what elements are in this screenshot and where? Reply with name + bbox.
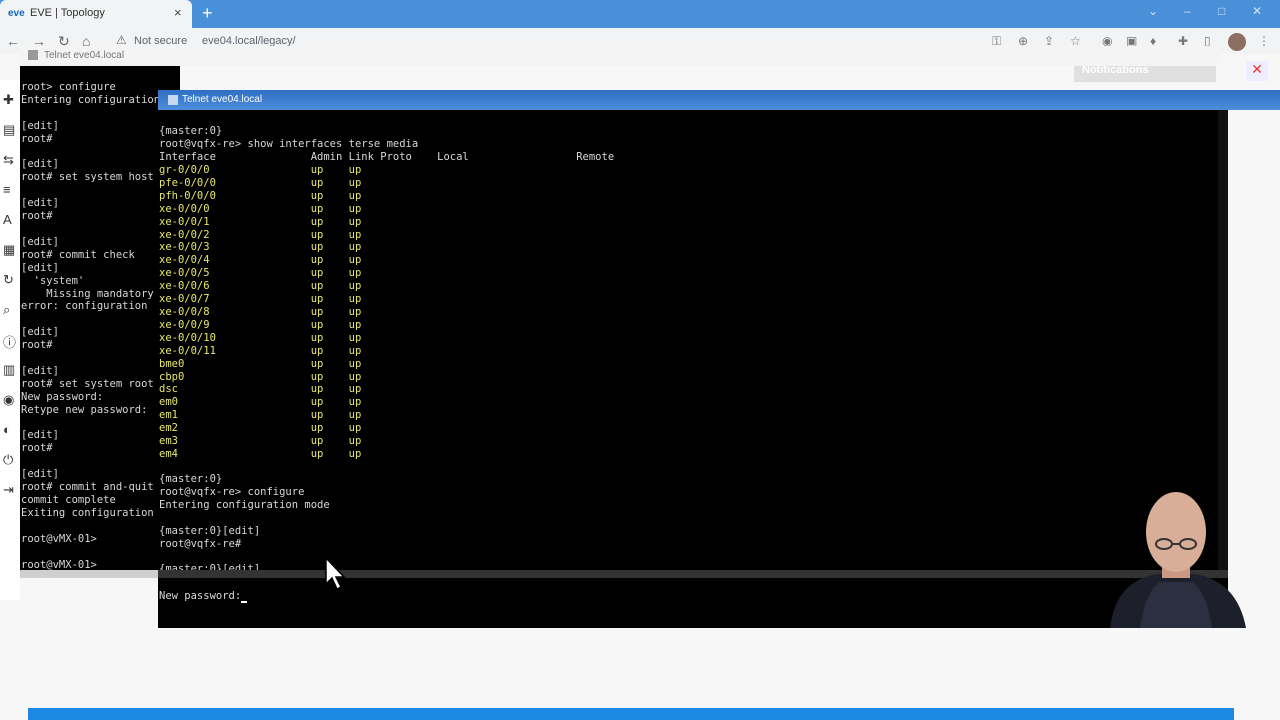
list-icon[interactable]: ≡ [3,182,11,197]
window-title: Telnet eve04.local [44,50,125,61]
link-icon[interactable]: ⇆ [3,152,14,168]
window-close-icon[interactable]: ✕ [1252,4,1262,18]
terminal-output: root> configure Entering configuration [… [21,81,161,570]
nodes-icon[interactable]: ▤ [3,122,15,138]
zoom-icon[interactable]: ⌕ [3,302,10,318]
terminal-output: {master:0} root@vqfx-re> show interfaces… [159,125,615,163]
refresh-icon[interactable]: ↻ [3,272,14,288]
add-icon[interactable]: ✚ [3,92,14,108]
telnet-window-bg-titlebar[interactable]: Telnet eve04.local [20,46,1220,66]
grid-icon[interactable]: ▦ [3,242,15,258]
minimize-icon[interactable]: – [1184,4,1191,18]
terminal-icon [28,50,38,60]
terminal-scrollbar[interactable] [158,570,1228,578]
terminal-output-tail: {master:0} root@vqfx-re> configure Enter… [159,473,330,570]
page-scrollbar[interactable] [28,708,1234,720]
mouse-pointer-icon [325,556,346,591]
theme-icon[interactable]: ◐ [3,422,11,437]
close-icon[interactable]: ✕ [1246,61,1268,81]
eve-logo-icon: eve [8,8,25,19]
back-icon[interactable]: ← [6,33,20,49]
tab-close-icon[interactable]: × [174,5,182,20]
text-cursor [241,600,248,603]
presenter-webcam-image [1110,492,1246,628]
terminal-prompt-area[interactable]: New password: [158,578,1228,628]
tab-title: EVE | Topology [30,7,105,19]
eye-icon[interactable]: ◉ [3,392,14,408]
profile-icon[interactable] [1228,33,1246,51]
info-icon[interactable]: ⓘ [3,332,16,351]
telnet-terminal-bg[interactable]: root> configure Entering configuration [… [20,66,180,570]
chevron-down-icon[interactable]: ⌄ [1148,4,1158,18]
exit-icon[interactable]: ⇥ [3,482,14,498]
terminal-icon [168,95,178,105]
new-tab-icon[interactable]: + [202,3,213,24]
text-icon[interactable]: A [3,212,12,227]
window-title: Telnet eve04.local [182,94,263,105]
browser-tab-strip [0,0,1280,28]
browser-tab[interactable]: eve EVE | Topology × [0,0,192,28]
telnet-window-titlebar[interactable]: Telnet eve04.local [158,90,1280,110]
telnet-terminal[interactable]: {master:0} root@vqfx-re> show interfaces… [158,110,1218,570]
interface-list: gr-0/0/0 up up pfe-0/0/0 up up pfh-0/0/0… [159,164,362,460]
power-icon[interactable]: ⏻ [3,452,13,468]
warning-icon[interactable]: ⚠ [116,33,127,47]
table-icon[interactable]: ▥ [3,362,15,378]
password-prompt: New password: [159,590,242,602]
maximize-icon[interactable]: □ [1218,4,1225,18]
menu-icon[interactable]: ⋮ [1258,34,1270,48]
eve-sidebar: ✚ ▤ ⇆ ≡ A ▦ ↻ ⌕ ⓘ ▥ ◉ ◐ ⏻ ⇥ [0,80,20,600]
terminal-scrollbar[interactable] [20,570,180,578]
